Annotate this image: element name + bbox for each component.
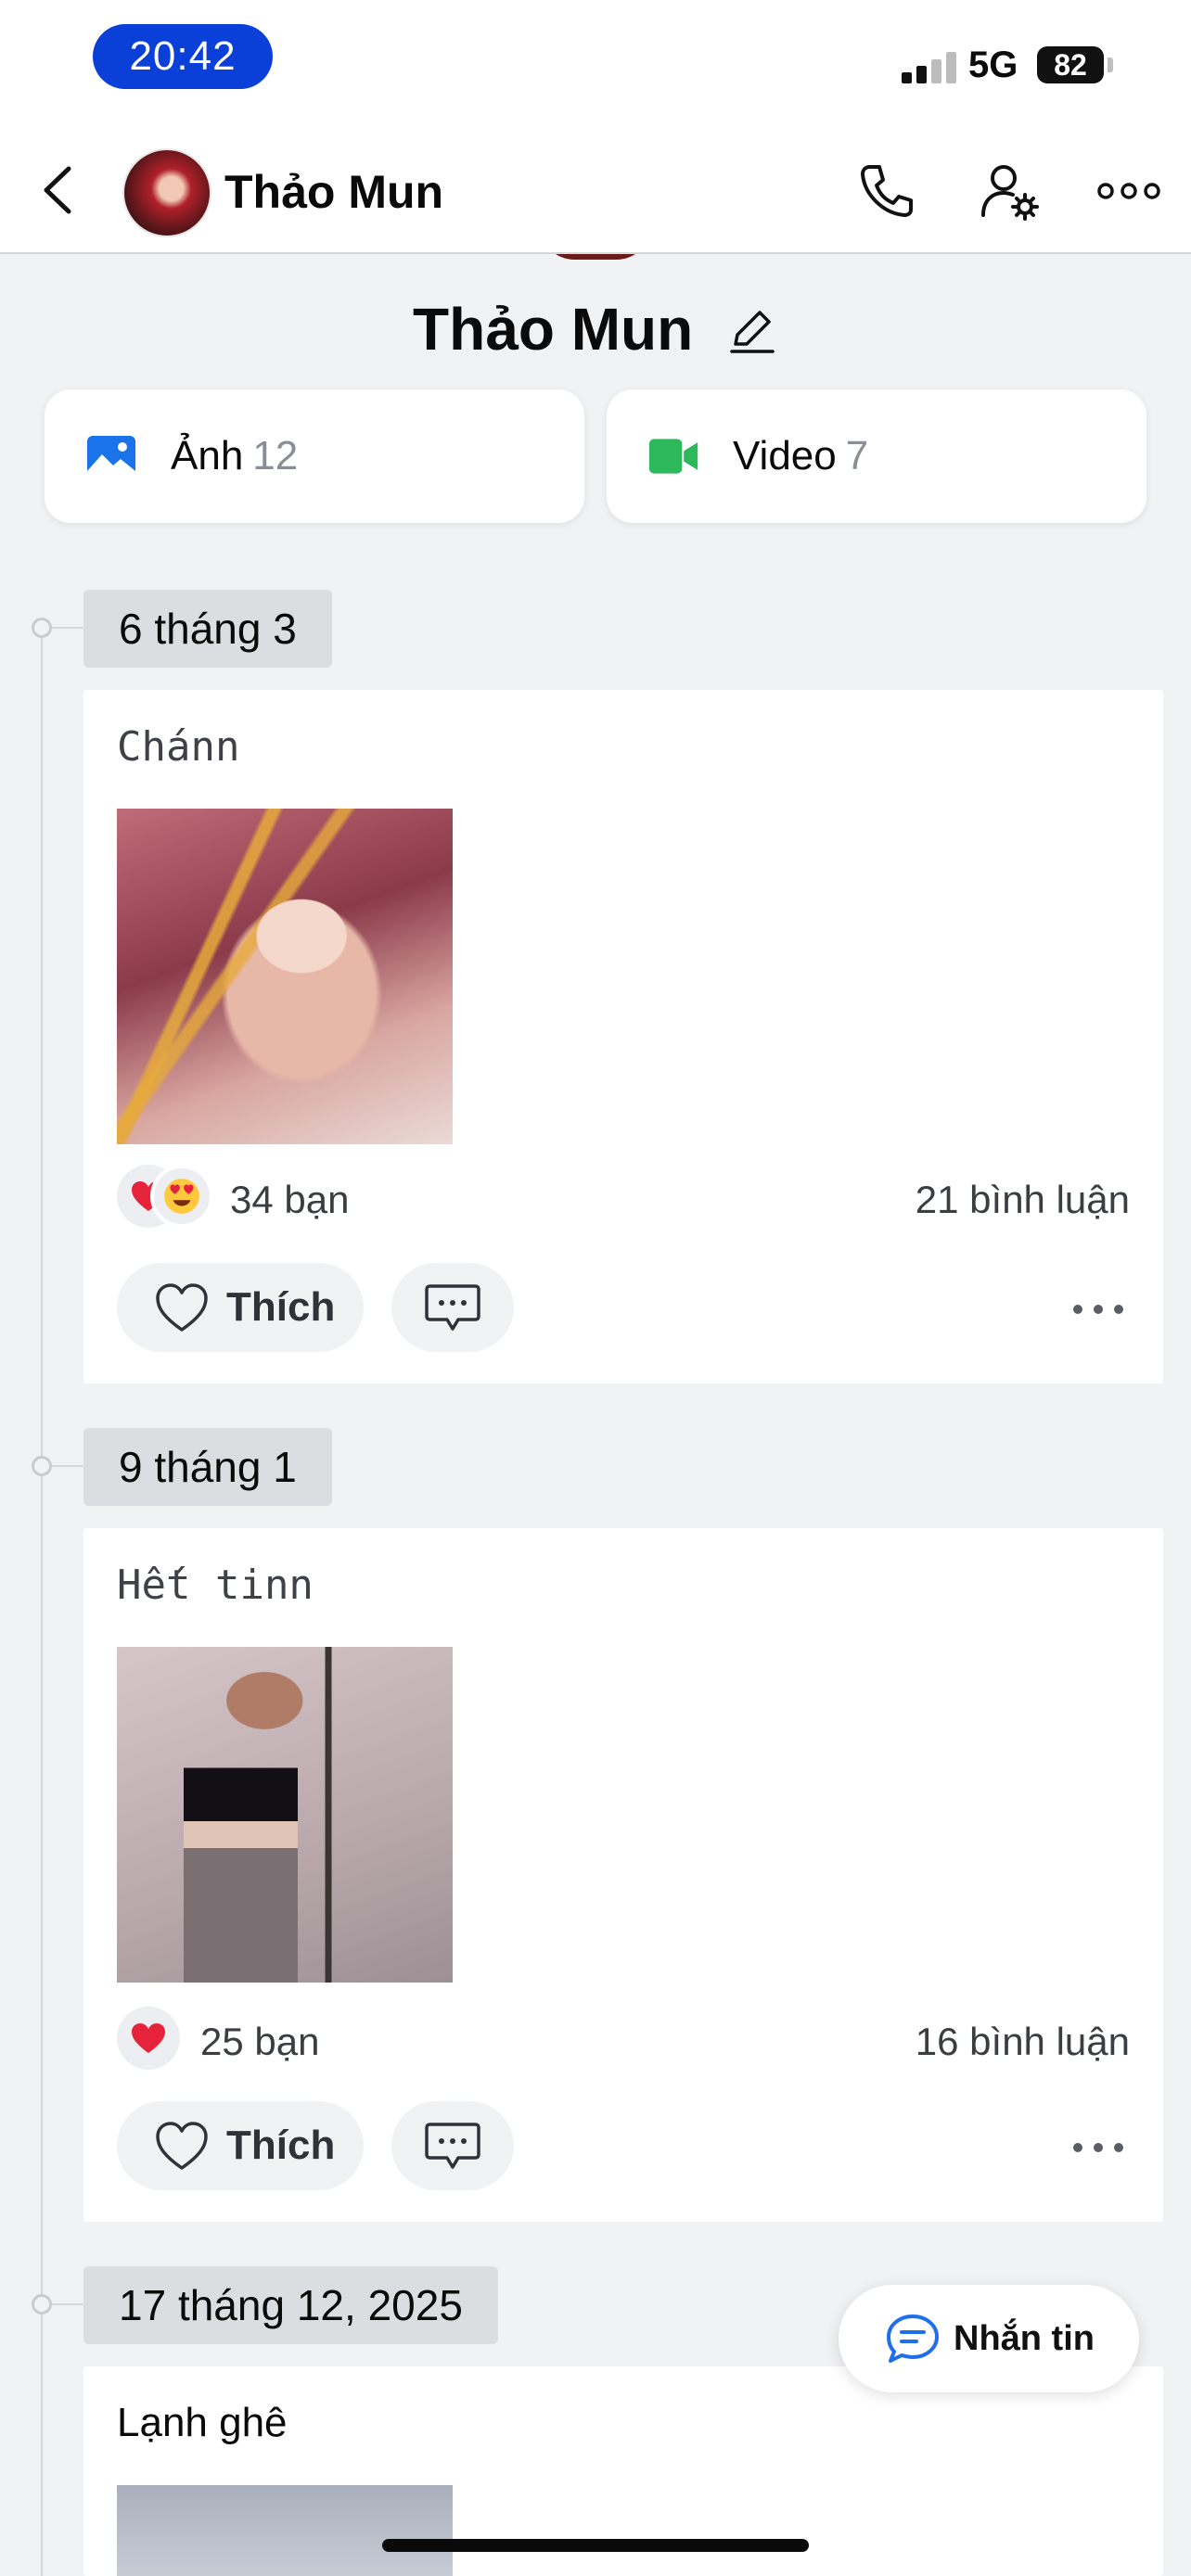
timeline-dot bbox=[32, 1456, 52, 1476]
comment-count[interactable]: 16 bình luận bbox=[916, 2020, 1130, 2064]
videos-button[interactable]: Video 7 bbox=[607, 389, 1146, 523]
avatar[interactable] bbox=[122, 148, 211, 237]
photos-button[interactable]: Ảnh 12 bbox=[45, 389, 584, 523]
post-card[interactable]: Chánn 34 bạn 21 bình luận Thích bbox=[83, 690, 1163, 1384]
send-message-label: Nhắn tin bbox=[954, 2318, 1095, 2358]
comment-count[interactable]: 21 bình luận bbox=[916, 1178, 1130, 1222]
network-type: 5G bbox=[968, 45, 1018, 85]
post-text: Hết tinn bbox=[117, 1562, 314, 1609]
reactions-row[interactable]: 34 bạn 21 bình luận bbox=[117, 1165, 1130, 1230]
heart-reaction-icon bbox=[117, 2007, 180, 2070]
date-tag: 9 tháng 1 bbox=[83, 1428, 332, 1506]
heart-outline-icon bbox=[156, 1283, 208, 1332]
profile-name-row: Thảo Mun bbox=[0, 295, 1191, 363]
reactions-row[interactable]: 25 bạn 16 bình luận bbox=[117, 2007, 1130, 2072]
videos-label: Video bbox=[733, 433, 837, 478]
date-tag: 17 tháng 12, 2025 bbox=[83, 2266, 498, 2344]
post-text: Lạnh ghê bbox=[117, 2400, 288, 2445]
post-more-icon[interactable] bbox=[1070, 2138, 1126, 2157]
heart-outline-icon bbox=[156, 2122, 208, 2170]
reaction-count: 34 bạn bbox=[230, 1178, 350, 1221]
post-photo[interactable] bbox=[117, 1647, 453, 1983]
video-icon bbox=[648, 439, 698, 474]
back-icon[interactable] bbox=[32, 158, 83, 223]
chat-icon bbox=[887, 2315, 939, 2363]
signal-icon bbox=[902, 52, 957, 83]
phone-icon[interactable] bbox=[853, 158, 920, 224]
photo-icon bbox=[87, 436, 135, 477]
heart-eyes-reaction-icon bbox=[150, 1165, 213, 1228]
post-photo[interactable] bbox=[117, 2485, 453, 2576]
timeline-tick bbox=[52, 627, 83, 629]
like-label: Thích bbox=[226, 2123, 336, 2168]
timeline-dot bbox=[32, 2294, 52, 2315]
comment-bubble-icon bbox=[425, 2123, 480, 2169]
top-nav-bar: Thảo Mun bbox=[0, 126, 1191, 254]
post-card[interactable]: Hết tinn 25 bạn 16 bình luận Thích bbox=[83, 1528, 1163, 2222]
photos-label: Ảnh bbox=[171, 433, 244, 478]
profile-name: Thảo Mun bbox=[413, 296, 694, 363]
timeline-dot bbox=[32, 618, 52, 638]
like-label: Thích bbox=[226, 1284, 336, 1330]
photos-count: 12 bbox=[252, 433, 299, 478]
edit-pencil-icon[interactable] bbox=[726, 303, 778, 355]
date-tag: 6 tháng 3 bbox=[83, 590, 332, 668]
comment-button[interactable] bbox=[391, 1263, 514, 1352]
videos-count: 7 bbox=[845, 433, 869, 478]
user-settings-icon[interactable] bbox=[976, 158, 1043, 224]
status-time: 20:42 bbox=[93, 24, 273, 89]
send-message-button[interactable]: Nhắn tin bbox=[839, 2285, 1139, 2392]
post-text: Chánn bbox=[117, 723, 240, 771]
timeline-tick bbox=[52, 2303, 83, 2305]
header-title[interactable]: Thảo Mun bbox=[224, 165, 443, 219]
status-bar: 20:42 5G 82 bbox=[0, 0, 1191, 126]
more-options-icon[interactable] bbox=[1096, 158, 1161, 224]
reaction-count: 25 bạn bbox=[200, 2020, 320, 2063]
timeline-line bbox=[41, 627, 43, 2576]
home-indicator[interactable] bbox=[382, 2539, 809, 2552]
post-more-icon[interactable] bbox=[1070, 1300, 1126, 1319]
like-button[interactable]: Thích bbox=[117, 2101, 364, 2190]
comment-bubble-icon bbox=[425, 1284, 480, 1331]
timeline-tick bbox=[52, 1465, 83, 1467]
battery-tip bbox=[1108, 57, 1113, 72]
battery-icon: 82 bbox=[1037, 46, 1104, 83]
post-photo[interactable] bbox=[117, 809, 453, 1144]
like-button[interactable]: Thích bbox=[117, 1263, 364, 1352]
comment-button[interactable] bbox=[391, 2101, 514, 2190]
